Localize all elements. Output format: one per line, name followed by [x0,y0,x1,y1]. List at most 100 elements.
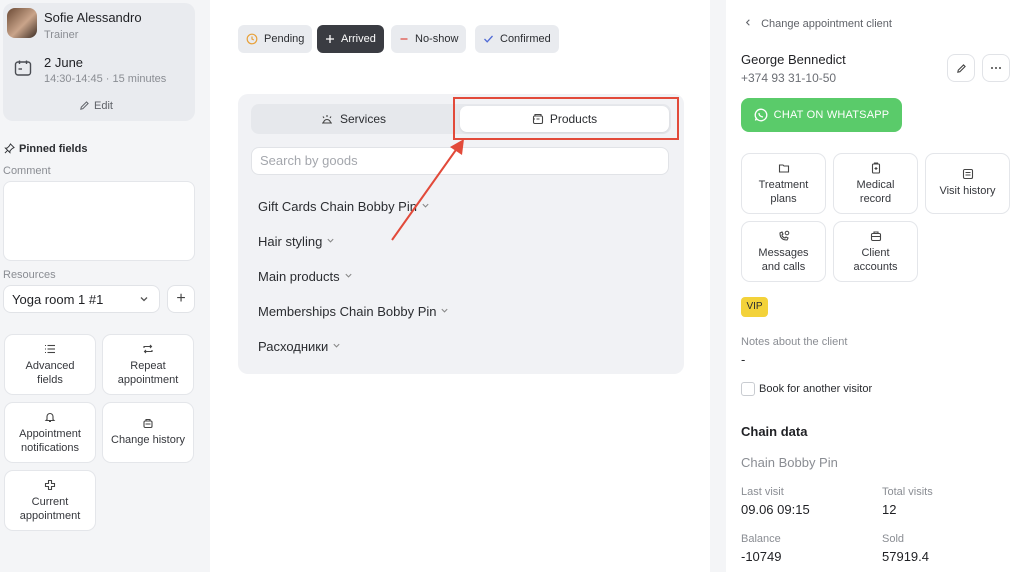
resource-select[interactable]: Yoga room 1 #1 [3,285,160,313]
tile-label: notifications [20,442,80,454]
add-resource-button[interactable]: + [167,285,195,313]
employee-avatar [7,8,37,38]
category-label: Memberships Chain Bobby Pin [258,304,437,319]
edit-button[interactable]: Edit [0,100,192,112]
pencil-icon [80,101,89,110]
status-pending-button[interactable]: Pending [238,25,313,53]
client-name: George Bennedict [741,52,846,67]
chevron-down-icon [345,273,352,278]
status-noshow-button[interactable]: No-show [391,25,467,53]
change-client-link[interactable]: Change appointment client [744,18,892,30]
change-history-button[interactable]: Change history [102,402,194,463]
back-label: Change appointment client [761,18,892,30]
status-label: Confirmed [500,33,551,45]
briefcase-icon [870,231,881,242]
history-icon [143,418,153,429]
employee-name: Sofie Alessandro [44,10,142,25]
tile-label: Treatment [758,179,809,191]
folder-icon [778,164,789,173]
status-arrived-button[interactable]: Arrived [317,25,384,53]
appointment-time: 14:30-14:45 · 15 minutes [44,73,167,85]
services-icon [321,115,332,124]
resource-value: Yoga room 1 #1 [12,292,104,307]
tile-label: Advanced [25,360,75,372]
total-visits-value: 12 [882,502,897,517]
resources-label: Resources [3,269,56,281]
vip-badge: VIP [741,297,768,317]
pinned-title-label: Pinned fields [19,143,88,155]
repeat-appointment-button[interactable]: Repeat appointment [102,334,194,395]
notes-label: Notes about the client [741,336,848,348]
phone-message-icon [778,230,789,241]
category-item[interactable]: Main products [258,269,353,284]
check-icon [484,35,493,43]
tab-services[interactable]: Services [253,106,453,132]
repeat-icon [143,344,153,354]
chain-name: Chain Bobby Pin [741,455,838,470]
tile-label: Messages [758,247,809,259]
category-label: Main products [258,269,340,284]
edit-client-button[interactable] [947,54,975,82]
category-item[interactable]: Расходники [258,339,341,354]
category-item[interactable]: Memberships Chain Bobby Pin [258,304,449,319]
pin-icon [4,143,15,154]
client-phone: +374 93 31-10-50 [741,71,837,85]
tab-label: Services [339,112,386,126]
medical-record-icon [871,162,880,174]
chevron-left-icon [745,19,750,26]
pencil-icon [956,63,966,73]
clock-icon [246,33,258,45]
appointment-date: 2 June [44,55,84,70]
chain-data-title: Chain data [741,424,808,439]
edit-label: Edit [94,100,113,112]
book-another-visitor-label: Book for another visitor [759,383,873,395]
tile-label: accounts [853,261,898,273]
treatment-plans-button[interactable]: Treatment plans [741,153,826,214]
highlight-annotation [453,97,679,140]
status-label: Pending [264,33,305,45]
tile-label: fields [37,374,63,386]
book-another-visitor-checkbox[interactable] [741,382,755,396]
tile-label: record [859,193,892,205]
status-label: No-show [415,33,459,45]
tile-label: Repeat [130,360,166,372]
appointment-notifications-button[interactable]: Appointment notifications [4,402,96,463]
client-accounts-button[interactable]: Client accounts [833,221,918,282]
balance-value: -10749 [741,549,782,564]
whatsapp-label: CHAT ON WHATSAPP [773,109,890,121]
more-options-button[interactable] [982,54,1010,82]
total-visits-label: Total visits [882,486,933,498]
plus-icon [326,35,334,43]
employee-role: Trainer [44,29,79,41]
messages-calls-button[interactable]: Messages and calls [741,221,826,282]
comment-label: Comment [3,165,51,177]
tile-label: Client [861,247,890,259]
status-label: Arrived [341,33,376,45]
more-icon [991,67,1001,69]
tile-label: Change history [111,434,185,446]
status-confirmed-button[interactable]: Confirmed [475,25,559,53]
notes-value: - [741,352,746,367]
chevron-down-icon [441,308,449,313]
calendar-icon [14,60,32,76]
tile-label: Current [31,496,69,508]
advanced-fields-button[interactable]: Advanced fields [4,334,96,395]
category-item[interactable]: Hair styling [258,234,335,249]
list-icon [45,344,55,354]
whatsapp-chat-button[interactable]: CHAT ON WHATSAPP [741,98,902,132]
chevron-down-icon [140,297,148,302]
visit-history-button[interactable]: Visit history [925,153,1010,214]
tile-label: appointment [19,510,81,522]
category-label: Hair styling [258,234,323,249]
tile-label: Medical [856,179,895,191]
tile-label: Appointment [19,428,81,440]
pinned-fields-title: Pinned fields [4,143,87,155]
current-appointment-button[interactable]: Current appointment [4,470,96,531]
comment-input[interactable] [3,181,195,261]
chevron-down-icon [333,343,340,348]
sold-label: Sold [882,533,905,545]
medical-record-button[interactable]: Medical record [833,153,918,214]
chevron-down-icon [327,238,334,243]
annotation-arrow [391,139,464,241]
sold-value: 57919.4 [882,549,929,564]
